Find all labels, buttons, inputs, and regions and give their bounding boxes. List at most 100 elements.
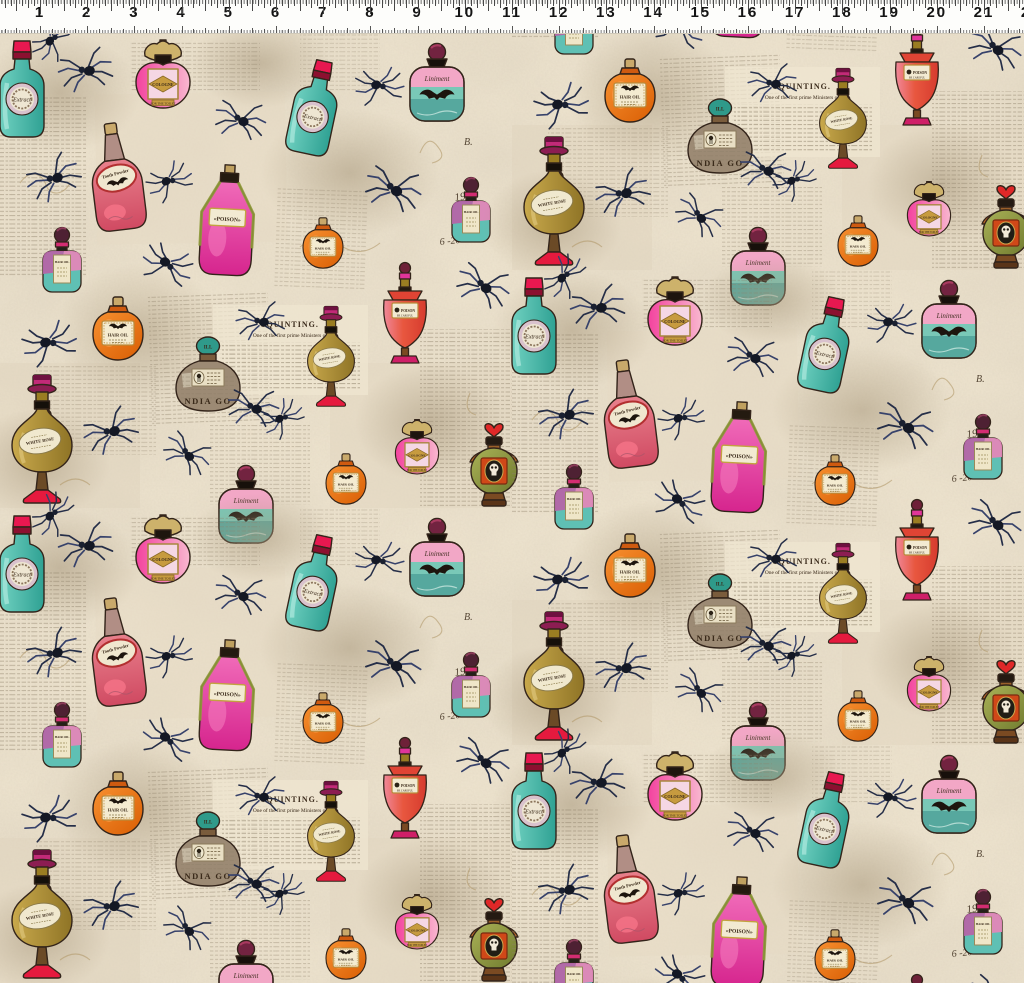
ruler-tick xyxy=(323,0,324,14)
ruler-tick xyxy=(400,0,401,6)
ruler-tick xyxy=(630,0,631,11)
ruler-tick xyxy=(453,0,454,8)
fabric-swatch-photo: 12345678910111213141516171819202122 xyxy=(0,0,1024,983)
ruler-tick xyxy=(429,0,430,8)
ruler-tick xyxy=(689,0,690,8)
ruler-tick xyxy=(854,0,855,8)
ruler-tick xyxy=(801,0,802,6)
ruler-tick xyxy=(925,29,926,34)
ruler-tick xyxy=(117,0,118,6)
ruler-tick xyxy=(300,0,301,11)
ruler-tick xyxy=(235,0,236,6)
ruler-tick xyxy=(553,0,554,6)
ruler-tick xyxy=(506,0,507,6)
ruler-tick xyxy=(311,29,312,34)
ruler-tick xyxy=(199,0,200,6)
ruler-tick xyxy=(512,0,513,14)
ruler-tick xyxy=(648,0,649,6)
ruler-tick xyxy=(347,28,348,34)
ruler-tick xyxy=(34,0,35,6)
ruler-tick xyxy=(93,0,94,6)
ruler-tick xyxy=(760,0,761,8)
ruler-tick xyxy=(831,0,832,8)
ruler-tick xyxy=(294,0,295,6)
ruler-tick xyxy=(252,28,253,34)
ruler-tick xyxy=(677,0,678,11)
ruler-tick xyxy=(671,0,672,6)
ruler-tick xyxy=(1002,0,1003,6)
ruler-tick xyxy=(966,0,967,6)
ruler-tick xyxy=(75,0,76,8)
ruler-tick xyxy=(665,29,666,34)
ruler-tick xyxy=(654,0,655,14)
ruler-tick xyxy=(571,0,572,8)
ruler-tick xyxy=(854,29,855,34)
ruler-tick xyxy=(58,0,59,6)
ruler-tick xyxy=(134,26,135,33)
ruler-tick xyxy=(370,26,371,33)
ruler-tick xyxy=(182,0,183,14)
ruler-tick xyxy=(630,28,631,34)
ruler-tick xyxy=(87,0,88,14)
ruler-tick xyxy=(795,26,796,33)
ruler-tick xyxy=(170,0,171,8)
ruler-tick xyxy=(16,28,17,34)
ruler-tick xyxy=(306,0,307,6)
ruler-tick xyxy=(335,29,336,34)
ruler-tick xyxy=(465,26,466,33)
ruler-tick xyxy=(524,29,525,34)
ruler-tick xyxy=(866,28,867,34)
ruler-tick xyxy=(329,0,330,6)
ruler-tick xyxy=(140,0,141,6)
ruler-tick xyxy=(931,0,932,6)
ruler-tick xyxy=(406,0,407,8)
ruler-tick xyxy=(176,0,177,6)
ruler-tick xyxy=(913,28,914,34)
ruler-tick xyxy=(193,0,194,8)
ruler-tick xyxy=(736,29,737,34)
ruler-tick xyxy=(453,29,454,34)
ruler-tick xyxy=(87,26,88,33)
ruler-tick xyxy=(866,0,867,11)
ruler-tick xyxy=(896,0,897,6)
ruler-tick xyxy=(323,26,324,33)
ruler-tick xyxy=(370,0,371,14)
ruler-tick xyxy=(618,0,619,8)
ruler-tick xyxy=(276,0,277,14)
ruler-tick xyxy=(282,0,283,6)
ruler-tick xyxy=(606,0,607,14)
ruler-tick xyxy=(707,0,708,6)
ruler-tick xyxy=(435,0,436,6)
ruler-tick xyxy=(536,0,537,11)
ruler-tick xyxy=(441,0,442,11)
ruler-tick xyxy=(518,0,519,6)
ruler-tick xyxy=(40,0,41,14)
ruler-tick xyxy=(465,0,466,14)
ruler-tick xyxy=(884,0,885,6)
ruler-tick xyxy=(170,29,171,34)
ruler-tick xyxy=(559,0,560,14)
ruler-tick xyxy=(783,29,784,34)
ruler-tick xyxy=(81,0,82,6)
ruler-tick xyxy=(264,0,265,8)
ruler-tick xyxy=(778,0,779,6)
ruler-tick xyxy=(683,0,684,6)
ruler-tick xyxy=(536,28,537,34)
ruler-tick xyxy=(394,28,395,34)
ruler-tick xyxy=(471,0,472,6)
ruler-tick xyxy=(264,29,265,34)
ruler-tick xyxy=(984,26,985,33)
ruler-tick xyxy=(99,29,100,34)
ruler-tick xyxy=(111,0,112,11)
ruler-tick xyxy=(807,29,808,34)
ruler-tick xyxy=(825,0,826,6)
ruler-tick xyxy=(158,28,159,34)
ruler-tick xyxy=(724,28,725,34)
ruler-tick xyxy=(258,0,259,6)
ruler-tick xyxy=(164,0,165,6)
ruler-tick xyxy=(937,26,938,33)
ruler-tick xyxy=(424,0,425,6)
ruler-tick xyxy=(70,0,71,6)
ruler-tick xyxy=(837,0,838,6)
ruler-tick xyxy=(783,0,784,8)
